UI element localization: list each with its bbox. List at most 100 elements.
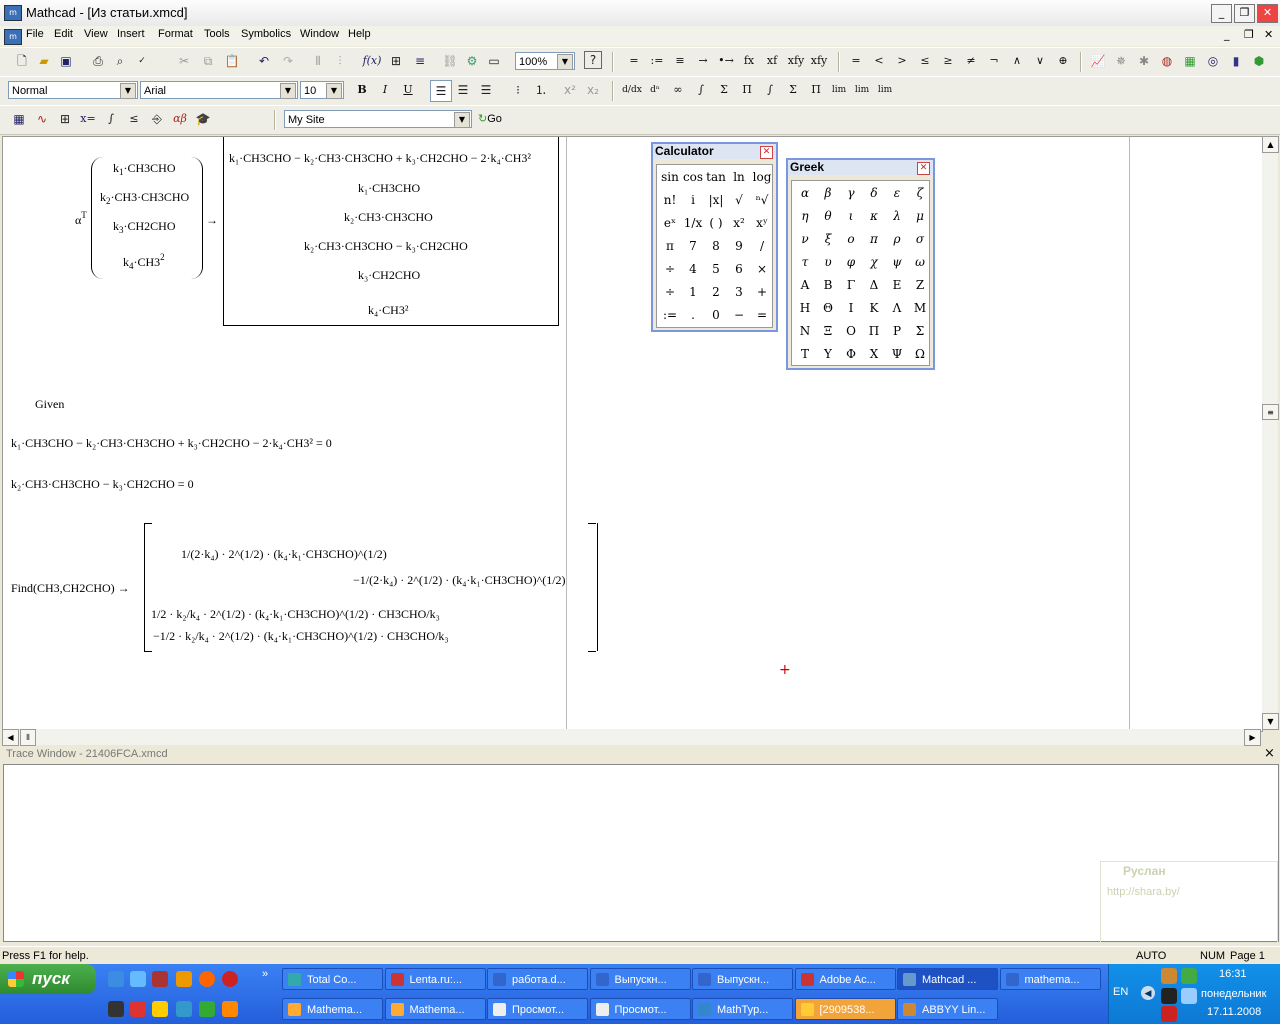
quicklaunch-icon[interactable] xyxy=(152,1001,168,1017)
greek-letter-key[interactable]: μ xyxy=(909,205,931,227)
tray-icon[interactable] xyxy=(1161,988,1177,1004)
numbering-icon[interactable]: ⒈ xyxy=(531,80,551,100)
calculus-toolbar-icon[interactable]: ∫ xyxy=(101,109,121,129)
font-size-select[interactable]: 10 ▼ xyxy=(300,81,344,99)
greek-letter-key[interactable]: Γ xyxy=(840,274,862,296)
taskbar-button[interactable]: Mathema... xyxy=(282,998,383,1020)
network-icon[interactable] xyxy=(1181,988,1197,1004)
greek-letter-key[interactable]: φ xyxy=(840,251,862,273)
right-limit-icon[interactable]: lim xyxy=(852,80,872,100)
menu-help[interactable]: Help xyxy=(348,28,371,40)
greek-toolbar-icon[interactable]: αβ xyxy=(170,109,190,129)
superscript-icon[interactable]: x² xyxy=(560,80,580,100)
align-down-icon[interactable]: ⫶ xyxy=(330,51,350,71)
greek-letter-key[interactable]: κ xyxy=(863,205,885,227)
menu-tools[interactable]: Tools xyxy=(204,28,230,40)
global-definition-button[interactable]: ≡ xyxy=(670,51,690,71)
greater-equal-button[interactable]: ≥ xyxy=(938,51,958,71)
desktop-icon[interactable] xyxy=(130,971,146,987)
close-icon[interactable]: ✕ xyxy=(917,162,930,175)
greek-letter-key[interactable]: Μ xyxy=(909,297,931,319)
insert-hyperlink-icon[interactable]: ⛓ xyxy=(440,51,460,71)
calculator-key[interactable]: cos xyxy=(682,166,704,188)
component-wizard-icon[interactable]: ⚙ xyxy=(462,51,482,71)
evaluation-toolbar-icon[interactable]: x= xyxy=(78,109,98,129)
help-icon[interactable]: ? xyxy=(584,51,602,69)
firefox-icon[interactable] xyxy=(199,971,215,987)
greek-letter-key[interactable]: Ο xyxy=(840,320,862,342)
xor-button[interactable]: ⊕ xyxy=(1053,51,1073,71)
programming-toolbar-icon[interactable]: ⎆ xyxy=(147,109,167,129)
infinity-icon[interactable]: ∞ xyxy=(668,80,688,100)
greek-letter-key[interactable]: α xyxy=(794,182,816,204)
menu-insert[interactable]: Insert xyxy=(117,28,145,40)
calculator-key[interactable]: log xyxy=(751,166,773,188)
globe-icon[interactable]: ◍ xyxy=(1157,51,1177,71)
calculator-key[interactable]: 0 xyxy=(705,304,727,326)
postfix-operator-button[interactable]: xf xyxy=(762,51,782,71)
close-button[interactable]: ✕ xyxy=(1257,4,1278,23)
scroll-up-icon[interactable]: ▲ xyxy=(1262,136,1279,153)
eval-equals-button[interactable]: = xyxy=(624,51,644,71)
greek-letter-key[interactable]: β xyxy=(817,182,839,204)
subscript-icon[interactable]: x₂ xyxy=(583,80,603,100)
font-select[interactable]: Arial ▼ xyxy=(140,81,298,99)
tray-icon[interactable] xyxy=(1161,968,1177,984)
print-icon[interactable]: ⎙ xyxy=(88,51,108,71)
infix-operator-button[interactable]: xfy xyxy=(786,51,806,71)
calculator-key[interactable]: 6 xyxy=(728,258,750,280)
surface-plot-icon[interactable]: ✱ xyxy=(1134,51,1154,71)
calculator-key[interactable]: x² xyxy=(728,212,750,234)
menu-symbolics[interactable]: Symbolics xyxy=(241,28,291,40)
taskbar-button[interactable]: Adobe Ac... xyxy=(794,968,896,990)
greek-letter-key[interactable]: Ω xyxy=(909,343,931,365)
calculator-key[interactable]: tan xyxy=(705,166,727,188)
calculator-key[interactable]: ÷ xyxy=(659,281,681,303)
quicklaunch-icon[interactable] xyxy=(222,1001,238,1017)
matrix-toolbar-icon[interactable]: ⊞ xyxy=(55,109,75,129)
insert-function-icon[interactable]: f(x) xyxy=(362,51,382,71)
taskbar-button[interactable]: mathema... xyxy=(999,968,1101,990)
calculator-key[interactable]: / xyxy=(751,235,773,257)
taskbar-button[interactable]: [2909538... xyxy=(794,998,896,1020)
taskbar-button[interactable]: ABBYY Lin... xyxy=(897,998,998,1020)
site-select[interactable]: My Site ▼ xyxy=(284,110,472,128)
align-center-icon[interactable]: ☰ xyxy=(453,80,473,100)
greater-than-button[interactable]: > xyxy=(892,51,912,71)
less-equal-button[interactable]: ≤ xyxy=(915,51,935,71)
calculator-key[interactable]: |x| xyxy=(705,189,727,211)
language-indicator[interactable]: EN xyxy=(1113,986,1128,998)
quicklaunch-icon[interactable] xyxy=(176,1001,192,1017)
go-button[interactable]: ↻Go xyxy=(478,112,502,125)
greek-letter-key[interactable]: ο xyxy=(840,228,862,250)
greek-letter-key[interactable]: Τ xyxy=(794,343,816,365)
quicklaunch-icon[interactable] xyxy=(130,1001,146,1017)
greek-letter-key[interactable]: δ xyxy=(863,182,885,204)
underline-button[interactable]: U xyxy=(398,80,418,100)
calculator-key[interactable]: π xyxy=(659,235,681,257)
limit-icon[interactable]: lim xyxy=(829,80,849,100)
clock-time[interactable]: 16:31 xyxy=(1219,968,1247,980)
greek-letter-key[interactable]: Λ xyxy=(886,297,908,319)
calculator-key[interactable]: i xyxy=(682,189,704,211)
quicklaunch-icon[interactable] xyxy=(108,1001,124,1017)
boolean-toolbar-icon[interactable]: ≤ xyxy=(124,109,144,129)
greek-letter-key[interactable]: ε xyxy=(886,182,908,204)
menu-file[interactable]: File xyxy=(26,28,44,40)
treefix-operator-button[interactable]: xfy xyxy=(809,51,829,71)
calculator-key[interactable]: = xyxy=(751,304,773,326)
taskbar-button[interactable]: работа.d... xyxy=(487,968,588,990)
quicklaunch-icon[interactable] xyxy=(199,1001,215,1017)
calculator-key[interactable]: 1 xyxy=(682,281,704,303)
menu-window[interactable]: Window xyxy=(300,28,339,40)
greek-letter-key[interactable]: λ xyxy=(886,205,908,227)
scroll-down-icon[interactable]: ▼ xyxy=(1262,713,1279,730)
paste-icon[interactable]: 📋 xyxy=(222,51,242,71)
not-button[interactable]: ¬ xyxy=(984,51,1004,71)
less-than-button[interactable]: < xyxy=(869,51,889,71)
align-right-icon[interactable]: ☰ xyxy=(476,80,496,100)
new-icon[interactable]: 🗋 xyxy=(12,51,32,71)
calculator-key[interactable]: √ xyxy=(728,189,750,211)
definite-integral-icon[interactable]: ∫ xyxy=(691,80,711,100)
summation-icon[interactable]: Σ xyxy=(783,80,803,100)
